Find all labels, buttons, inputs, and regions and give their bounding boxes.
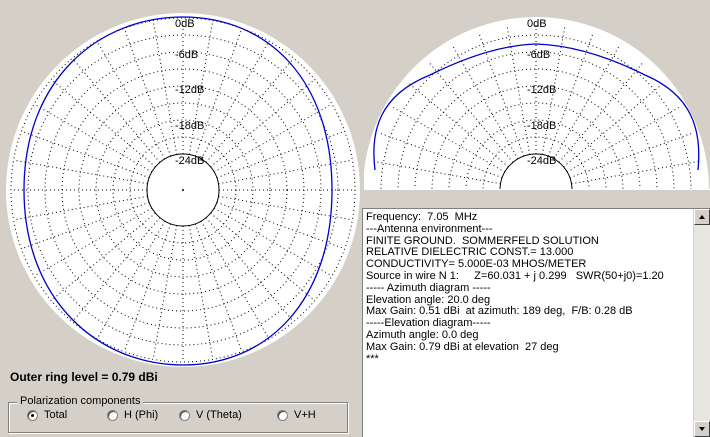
elevation-ring-label-24db: -24dB bbox=[527, 155, 556, 167]
azimuth-polar-plot: 0dB -6dB -12dB -18dB -24dB bbox=[6, 13, 360, 367]
elevation-ring-label-6db: -6dB bbox=[527, 49, 550, 61]
scroll-down-button[interactable] bbox=[694, 421, 710, 437]
azimuth-ring-label-6db: -6dB bbox=[175, 49, 198, 61]
info-line-end-marker: *** bbox=[366, 352, 379, 365]
radio-h-phi-label: H (Phi) bbox=[124, 409, 159, 421]
radio-v-plus-h[interactable]: V+H bbox=[277, 409, 316, 421]
polarization-group-title: Polarization components bbox=[17, 395, 144, 407]
results-text: Frequency: 7.05 MHz ---Antenna environme… bbox=[366, 211, 692, 365]
radio-button-icon[interactable] bbox=[107, 409, 118, 421]
scroll-up-button[interactable] bbox=[694, 209, 710, 225]
polarization-components-group: Polarization components Total H (Phi) V … bbox=[8, 395, 348, 433]
radio-total[interactable]: Total bbox=[27, 409, 67, 421]
elevation-polar-plot: 0dB -6dB -12dB -18dB -24dB bbox=[364, 17, 710, 190]
radio-button-icon[interactable] bbox=[179, 409, 190, 421]
arrow-down-icon bbox=[699, 427, 705, 431]
azimuth-ring-label-12db: -12dB bbox=[175, 84, 204, 96]
radio-button-icon[interactable] bbox=[27, 409, 38, 421]
info-line-source: Source in wire N 1: Z=60.031 + j 0.299 S… bbox=[366, 269, 664, 282]
radio-v-theta[interactable]: V (Theta) bbox=[179, 409, 242, 421]
azimuth-center-dot bbox=[182, 189, 184, 191]
elevation-ring-label-0db: 0dB bbox=[527, 18, 547, 30]
elevation-ring-label-12db: -12dB bbox=[527, 84, 556, 96]
radio-v-theta-label: V (Theta) bbox=[196, 409, 242, 421]
azimuth-ring-label-0db: 0dB bbox=[175, 18, 195, 30]
vertical-scrollbar[interactable] bbox=[693, 209, 710, 437]
info-line-elevation-gain: Max Gain: 0.79 dBi at elevation 27 deg bbox=[366, 340, 559, 353]
azimuth-ring-label-18db: -18dB bbox=[175, 120, 204, 132]
info-line-env-header: ---Antenna environment--- bbox=[366, 222, 493, 235]
radio-v-plus-h-label: V+H bbox=[294, 409, 316, 421]
radio-total-label: Total bbox=[44, 409, 68, 421]
azimuth-ring-label-24db: -24dB bbox=[175, 155, 204, 167]
radio-button-icon[interactable] bbox=[277, 409, 288, 421]
info-line-azimuth-header: ----- Azimuth diagram ----- bbox=[366, 281, 491, 294]
results-text-panel[interactable]: Frequency: 7.05 MHz ---Antenna environme… bbox=[362, 208, 710, 437]
radio-h-phi[interactable]: H (Phi) bbox=[107, 409, 158, 421]
outer-ring-level-label: Outer ring level = 0.79 dBi bbox=[10, 370, 158, 384]
arrow-up-icon bbox=[699, 215, 705, 219]
info-line-azimuth-angle: Azimuth angle: 0.0 deg bbox=[366, 328, 479, 341]
elevation-ring-label-18db: -18dB bbox=[527, 120, 556, 132]
